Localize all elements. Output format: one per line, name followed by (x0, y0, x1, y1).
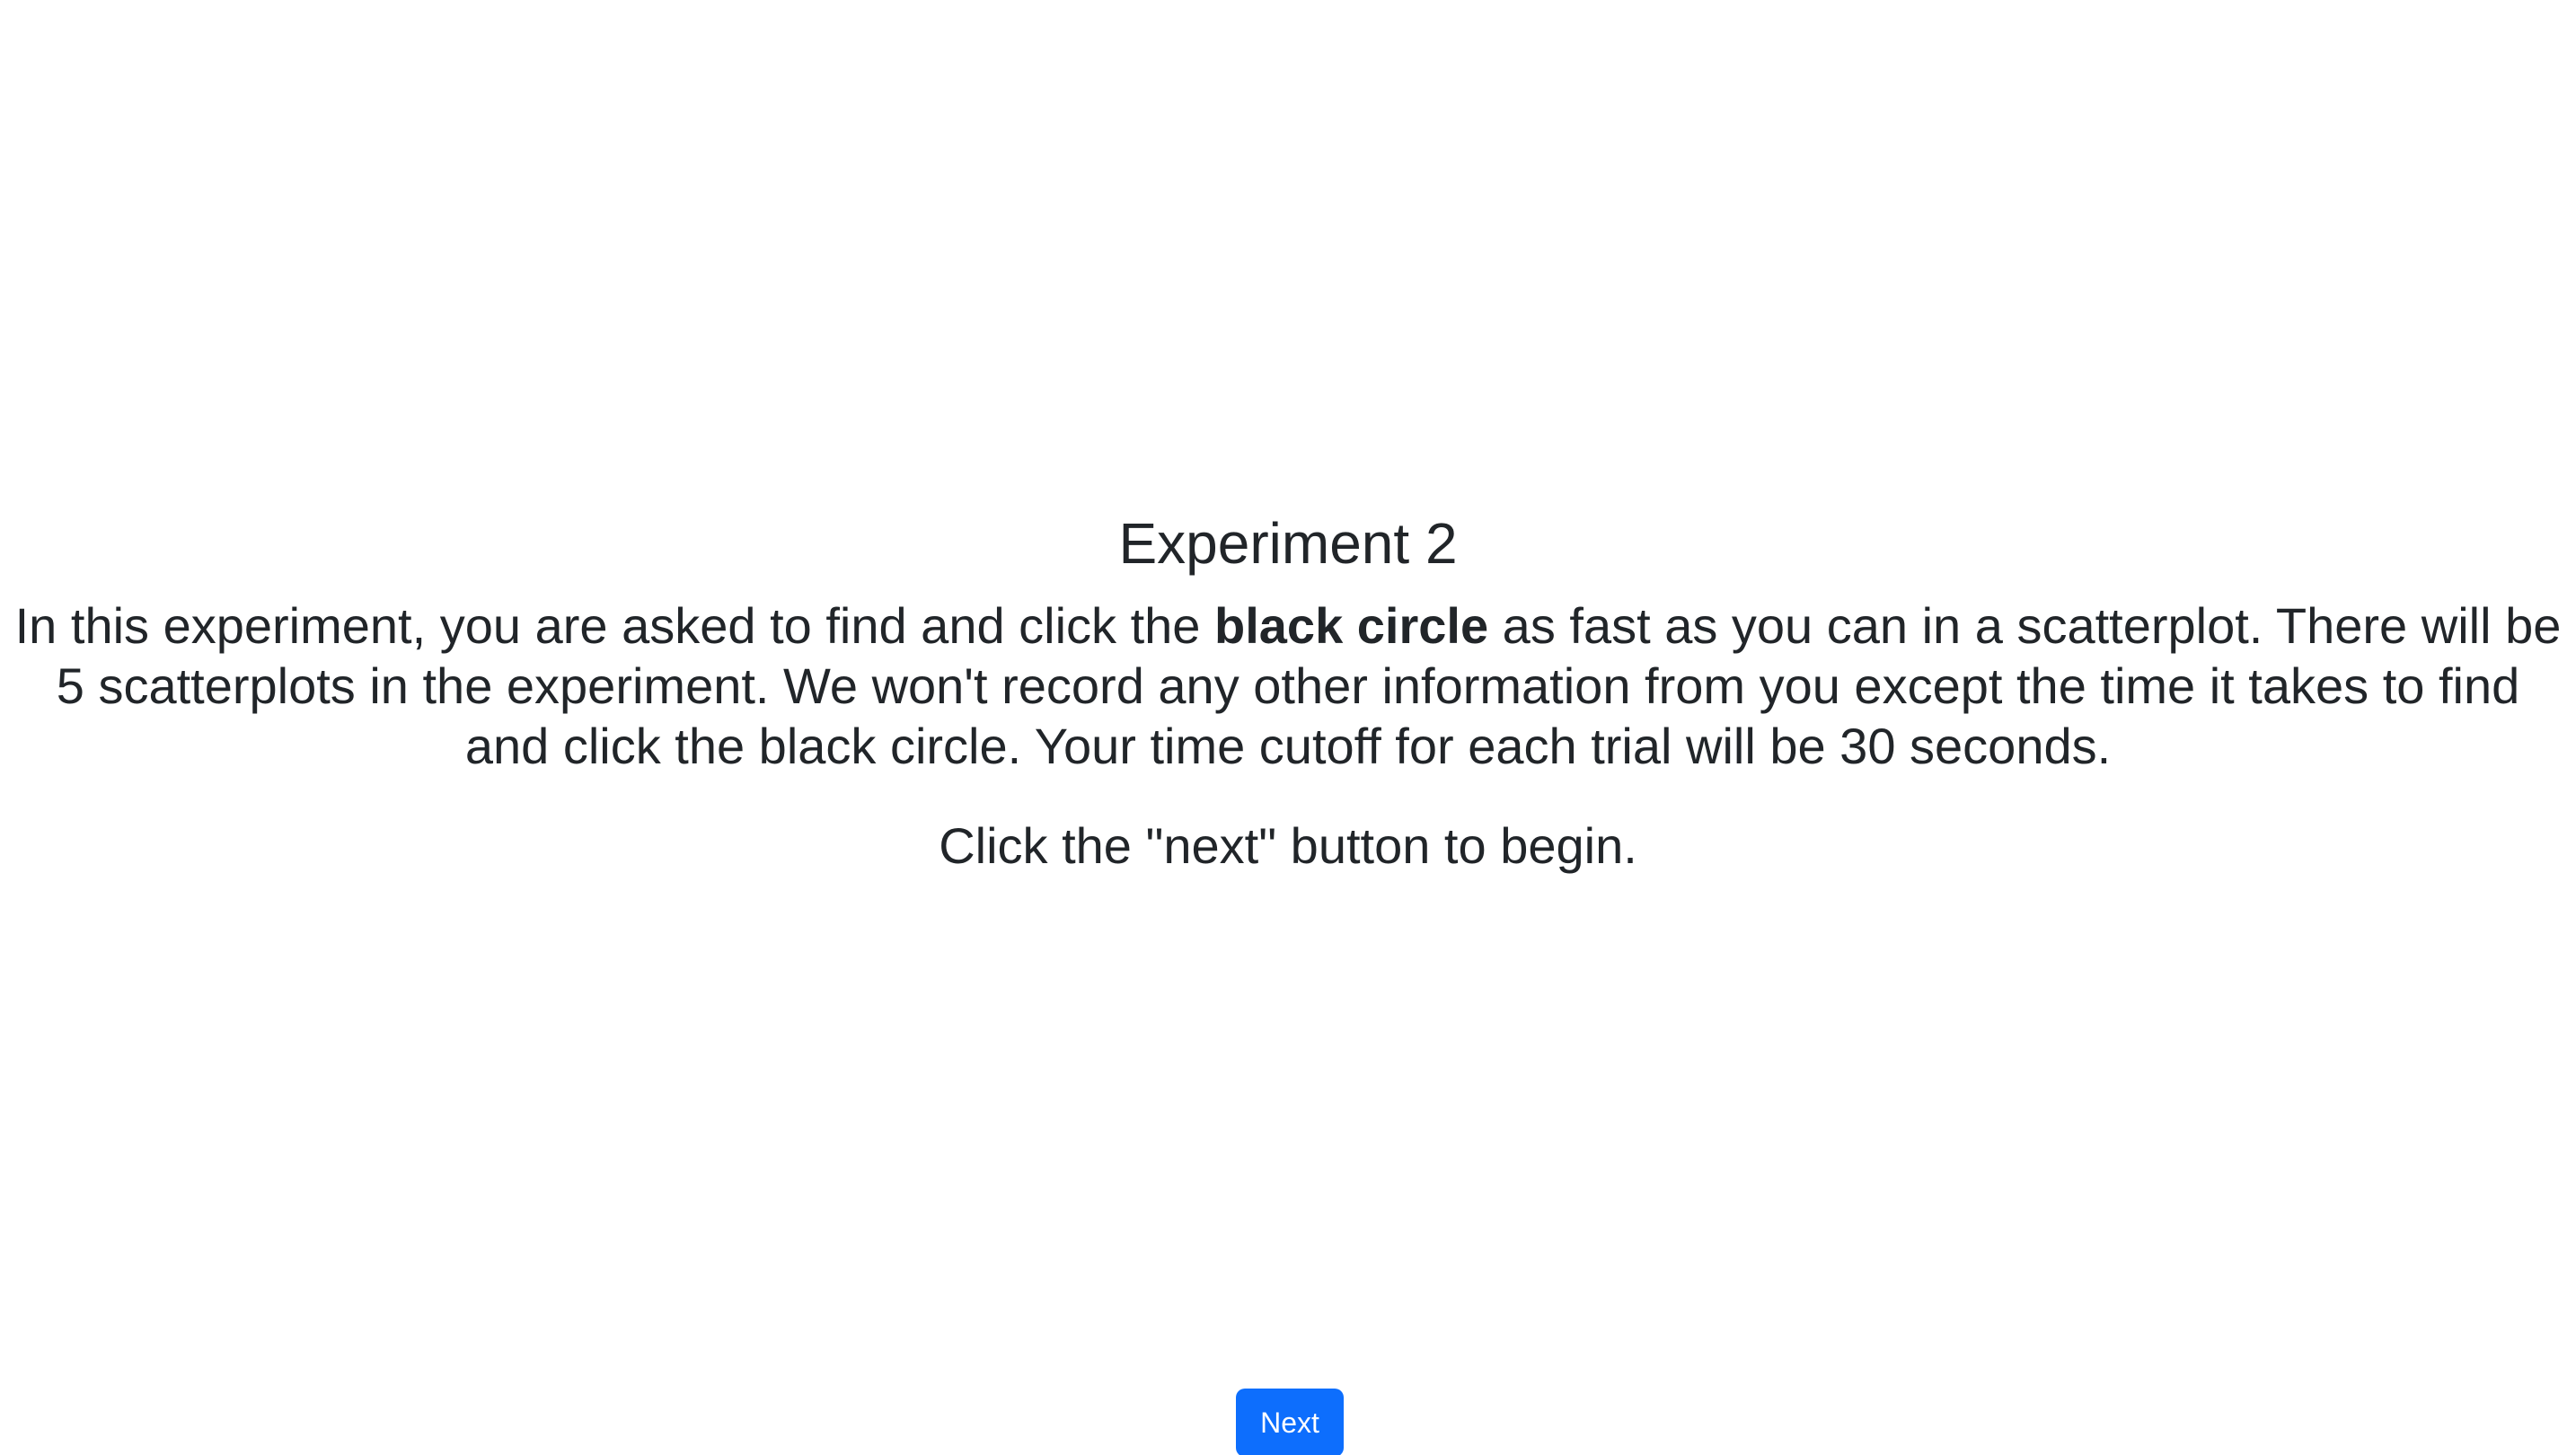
instructions-emphasis: black circle (1214, 597, 1489, 654)
instructions-panel: Experiment 2 In this experiment, you are… (0, 507, 2576, 876)
start-prompt: Click the "next" button to begin. (939, 817, 1637, 874)
instructions-text: In this experiment, you are asked to fin… (8, 595, 2568, 776)
instructions-part-1: In this experiment, you are asked to fin… (14, 597, 1215, 654)
page-title: Experiment 2 (1118, 511, 1458, 576)
next-button[interactable]: Next (1236, 1389, 1344, 1455)
